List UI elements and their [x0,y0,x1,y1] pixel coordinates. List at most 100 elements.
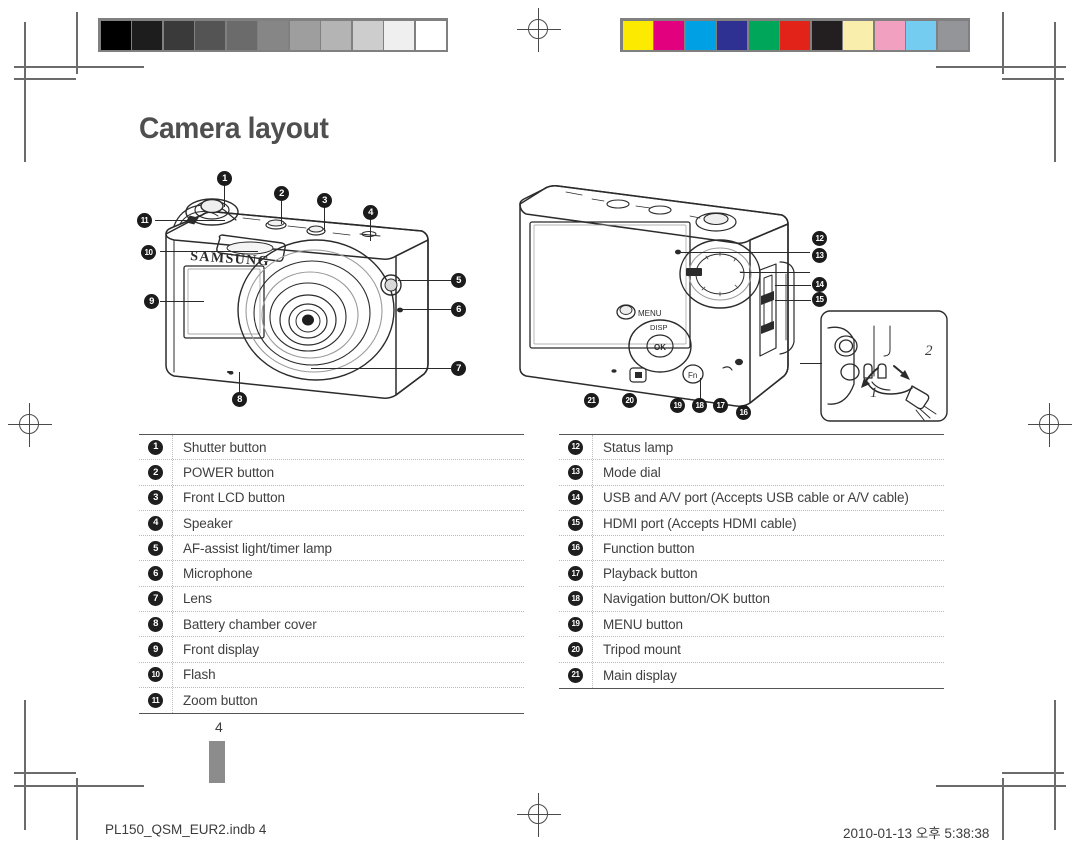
legend-badge-7: 7 [148,591,163,607]
grayscale-swatch-6 [258,20,288,50]
svg-text:OK: OK [654,343,666,352]
legend-label: Lens [183,591,212,607]
color-swatch-6 [780,20,810,50]
registration-mark-left [8,403,52,447]
callout-14: 14 [812,277,827,292]
legend-row: 20 Tripod mount [559,637,944,663]
crop-mark-tr-v [1054,22,1056,162]
crop-mark-tr-h2 [1002,78,1064,80]
grayscale-swatch-5 [226,20,257,50]
legend-badge-10: 10 [148,667,163,683]
legend-row: 7 Lens [139,586,524,613]
legend-row: 8 Battery chamber cover [139,612,524,638]
legend-badge-6: 6 [148,566,163,582]
legend-badge-16: 16 [568,540,583,556]
legend-label: POWER button [183,464,275,480]
legend-number-cell: 2 [139,460,173,485]
callout-4: 4 [363,205,378,220]
color-swatch-7 [811,20,842,50]
legend-badge-11: 11 [148,693,163,709]
legend-label: Mode dial [603,464,661,480]
leader-15 [775,300,811,301]
legend-badge-14: 14 [568,490,583,506]
legend-number-cell: 5 [139,536,173,561]
footer-timestamp: 2010-01-13 오후 5:38:38 [843,826,990,841]
legend-number-cell: 9 [139,637,173,662]
legend-label: Front display [183,642,259,658]
legend-label: Flash [183,667,216,683]
leader-2 [281,200,282,224]
color-swatch-8 [843,20,873,50]
grayscale-control-strip [98,18,448,52]
legend-number-cell: 20 [559,637,593,662]
leader-8 [239,372,240,394]
page-number: 4 [215,719,223,735]
camera-front-illustration: SAMSUNG [128,168,488,430]
callout-3: 3 [317,193,332,208]
crop-mark-bl-v [24,700,26,830]
leader-14 [775,285,811,286]
callout-1: 1 [217,171,232,186]
legend-row: 15 HDMI port (Accepts HDMI cable) [559,510,944,537]
legend-row: 17 Playback button [559,561,944,587]
legend-row: 5 AF-assist light/timer lamp [139,536,524,562]
grayscale-swatch-1 [100,20,131,50]
legend-number-cell: 12 [559,435,593,460]
legend-number-cell: 11 [139,687,173,714]
color-swatch-1 [622,20,653,50]
leader-16 [700,378,701,400]
callout-13: 13 [812,248,827,263]
callout-20: 20 [622,393,637,408]
legend-number-cell: 14 [559,485,593,510]
crop-mark-br-h2 [1002,772,1064,774]
color-control-strip [620,18,970,52]
legend-table-right: 12 Status lamp 13 Mode dial 14 USB and A/V po… [559,434,944,689]
crop-mark-tr-h [936,66,1066,68]
legend-number-cell: 7 [139,586,173,612]
leader-inset [800,363,822,364]
page-side-bar [209,741,225,783]
color-swatch-11 [937,20,968,50]
color-swatch-4 [717,20,747,50]
legend-number-cell: 3 [139,485,173,510]
legend-badge-1: 1 [148,439,163,455]
legend-label: Microphone [183,566,253,582]
legend-badge-21: 21 [568,667,583,683]
registration-mark-bottom [517,793,561,837]
leader-12 [676,252,810,253]
grayscale-swatch-7 [289,20,320,50]
callout-2: 2 [274,186,289,201]
legend-badge-20: 20 [568,642,583,658]
callout-8: 8 [232,392,247,407]
color-swatch-3 [685,20,716,50]
legend-label: USB and A/V port (Accepts USB cable or A… [603,490,909,506]
legend-number-cell: 10 [139,662,173,687]
registration-mark-right [1028,403,1072,447]
callout-12: 12 [812,231,827,246]
legend-row: 1 Shutter button [139,435,524,461]
callout-9: 9 [144,294,159,309]
legend-badge-18: 18 [568,591,583,607]
grayscale-swatch-9 [352,20,383,50]
legend-row: 19 MENU button [559,612,944,638]
callout-21: 21 [584,393,599,408]
callout-11: 11 [137,213,152,228]
callout-16: 16 [736,405,751,420]
color-swatch-9 [874,20,905,50]
legend-row: 9 Front display [139,637,524,663]
legend-label: Tripod mount [603,642,681,658]
crop-mark-tl-h2 [14,78,76,80]
grayscale-swatch-8 [321,20,351,50]
inset-step-1: 1 [870,385,878,401]
legend-number-cell: 16 [559,536,593,561]
legend-row: 21 Main display [559,662,944,688]
legend-badge-13: 13 [568,464,583,480]
legend-label: Navigation button/OK button [603,591,770,607]
legend-row: 12 Status lamp [559,435,944,461]
leader-1 [224,185,225,207]
legend-label: AF-assist light/timer lamp [183,540,332,556]
legend-badge-5: 5 [148,540,163,556]
legend-badge-15: 15 [568,515,583,531]
crop-mark-bl-h2 [14,772,76,774]
inset-step-2: 2 [925,343,933,359]
